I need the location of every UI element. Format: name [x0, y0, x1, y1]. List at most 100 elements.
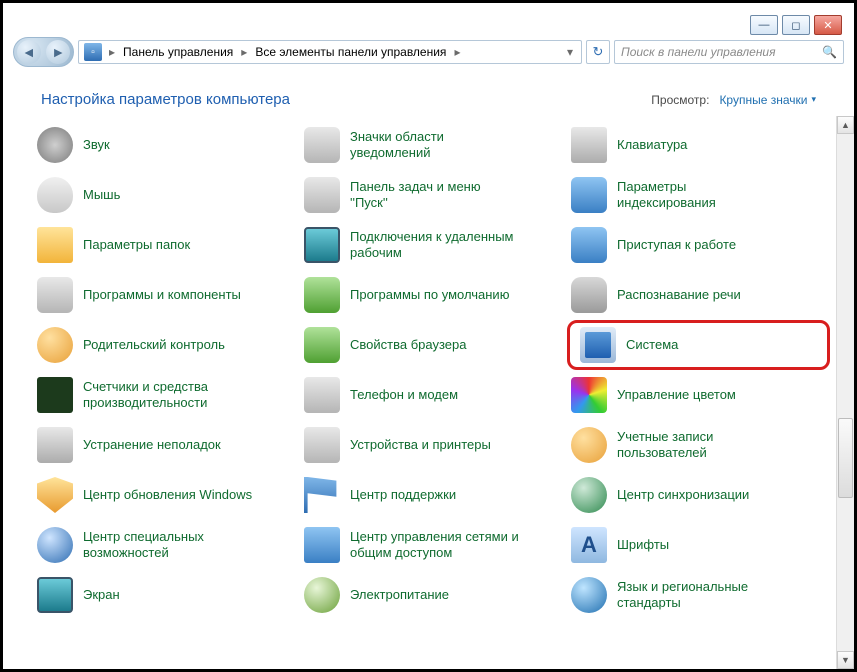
cp-item-color-management[interactable]: Управление цветом [567, 370, 830, 420]
search-icon: 🔍 [822, 45, 837, 59]
power-options-icon [304, 577, 340, 613]
item-label: Свойства браузера [350, 337, 466, 353]
breadcrumb-seg-1[interactable]: Панель управления [119, 45, 237, 59]
refresh-button[interactable]: ↻ [586, 40, 610, 64]
content-area: Звук Значки области уведомлений Клавиатура… [3, 116, 854, 669]
item-label: Центр поддержки [350, 487, 456, 503]
maximize-button[interactable]: ◻ [782, 15, 810, 35]
item-label: Центр специальных возможностей [83, 529, 253, 562]
ease-of-access-icon [37, 527, 73, 563]
item-label: Программы и компоненты [83, 287, 241, 303]
indexing-options-icon [571, 177, 607, 213]
cp-item-notification-area-icons[interactable]: Значки области уведомлений [300, 120, 563, 170]
troubleshooting-icon [37, 427, 73, 463]
cp-item-keyboard[interactable]: Клавиатура [567, 120, 830, 170]
item-label: Устранение неполадок [83, 437, 221, 453]
chevron-right-icon[interactable]: ▸ [450, 45, 464, 59]
keyboard-icon [571, 127, 607, 163]
notification-area-icons-icon [304, 127, 340, 163]
control-panel-window: — ◻ ✕ ◄ ► ▫ ▸ Панель управления ▸ Все эл… [0, 0, 857, 672]
view-label: Просмотр: [651, 93, 709, 107]
cp-item-devices-printers[interactable]: Устройства и принтеры [300, 420, 563, 470]
breadcrumb-seg-2[interactable]: Все элементы панели управления [251, 45, 450, 59]
cp-item-mouse[interactable]: Мышь [33, 170, 296, 220]
item-label: Значки области уведомлений [350, 129, 520, 162]
cp-item-folder-options[interactable]: Параметры папок [33, 220, 296, 270]
cp-item-speech-recognition[interactable]: Распознавание речи [567, 270, 830, 320]
cp-item-indexing-options[interactable]: Параметры индексирования [567, 170, 830, 220]
cp-item-taskbar-startmenu[interactable]: Панель задач и меню ''Пуск'' [300, 170, 563, 220]
item-label: Параметры индексирования [617, 179, 787, 212]
phone-modem-icon [304, 377, 340, 413]
view-dropdown[interactable]: Крупные значки [719, 93, 816, 107]
cp-item-sync-center[interactable]: Центр синхронизации [567, 470, 830, 520]
network-sharing-icon [304, 527, 340, 563]
cp-item-programs-features[interactable]: Программы и компоненты [33, 270, 296, 320]
cp-item-sound[interactable]: Звук [33, 120, 296, 170]
system-icon [580, 327, 616, 363]
search-placeholder: Поиск в панели управления [621, 45, 776, 59]
item-label: Устройства и принтеры [350, 437, 491, 453]
scroll-track[interactable] [837, 134, 854, 651]
cp-item-internet-options[interactable]: Свойства браузера [300, 320, 563, 370]
nav-back-forward: ◄ ► [13, 37, 74, 67]
devices-printers-icon [304, 427, 340, 463]
color-management-icon [571, 377, 607, 413]
scroll-up-button[interactable]: ▲ [837, 116, 854, 134]
chevron-right-icon[interactable]: ▸ [105, 45, 119, 59]
item-label: Экран [83, 587, 120, 603]
taskbar-startmenu-icon [304, 177, 340, 213]
region-language-icon [571, 577, 607, 613]
breadcrumb-dropdown-icon[interactable]: ▾ [561, 45, 579, 59]
speech-recognition-icon [571, 277, 607, 313]
cp-item-system[interactable]: Система [567, 320, 830, 370]
cp-item-ease-of-access[interactable]: Центр специальных возможностей [33, 520, 296, 570]
address-breadcrumb[interactable]: ▫ ▸ Панель управления ▸ Все элементы пан… [78, 40, 582, 64]
window-controls: — ◻ ✕ [750, 15, 842, 35]
close-button[interactable]: ✕ [814, 15, 842, 35]
page-title: Настройка параметров компьютера [41, 91, 290, 108]
cp-item-user-accounts[interactable]: Учетные записи пользователей [567, 420, 830, 470]
control-panel-icon: ▫ [84, 43, 102, 61]
cp-item-display[interactable]: Экран [33, 570, 296, 620]
navigation-bar: ◄ ► ▫ ▸ Панель управления ▸ Все элементы… [13, 35, 844, 69]
sound-icon [37, 127, 73, 163]
cp-item-remote-desktop[interactable]: Подключения к удаленным рабочим [300, 220, 563, 270]
scroll-thumb[interactable] [838, 418, 853, 498]
cp-item-phone-modem[interactable]: Телефон и модем [300, 370, 563, 420]
cp-item-troubleshooting[interactable]: Устранение неполадок [33, 420, 296, 470]
getting-started-icon [571, 227, 607, 263]
cp-item-parental-controls[interactable]: Родительский контроль [33, 320, 296, 370]
chevron-right-icon[interactable]: ▸ [237, 45, 251, 59]
item-label: Приступая к работе [617, 237, 736, 253]
cp-item-windows-update[interactable]: Центр обновления Windows [33, 470, 296, 520]
action-center-icon [304, 477, 340, 513]
content-header: Настройка параметров компьютера Просмотр… [3, 69, 854, 116]
search-input[interactable]: Поиск в панели управления 🔍 [614, 40, 844, 64]
sync-center-icon [571, 477, 607, 513]
item-label: Распознавание речи [617, 287, 741, 303]
scroll-down-button[interactable]: ▼ [837, 651, 854, 669]
back-button[interactable]: ◄ [17, 40, 41, 64]
cp-item-performance[interactable]: Счетчики и средства производительности [33, 370, 296, 420]
item-label: Электропитание [350, 587, 449, 603]
minimize-button[interactable]: — [750, 15, 778, 35]
vertical-scrollbar[interactable]: ▲ ▼ [836, 116, 854, 669]
cp-item-power-options[interactable]: Электропитание [300, 570, 563, 620]
item-label: Система [626, 337, 678, 353]
windows-update-icon [37, 477, 73, 513]
cp-item-fonts[interactable]: AШрифты [567, 520, 830, 570]
cp-item-default-programs[interactable]: Программы по умолчанию [300, 270, 563, 320]
mouse-icon [37, 177, 73, 213]
view-selector: Просмотр: Крупные значки [651, 93, 816, 107]
item-label: Клавиатура [617, 137, 687, 153]
cp-item-network-sharing[interactable]: Центр управления сетями и общим доступом [300, 520, 563, 570]
item-label: Центр обновления Windows [83, 487, 252, 503]
cp-item-action-center[interactable]: Центр поддержки [300, 470, 563, 520]
forward-button[interactable]: ► [46, 40, 70, 64]
item-label: Управление цветом [617, 387, 736, 403]
cp-item-region-language[interactable]: Язык и региональные стандарты [567, 570, 830, 620]
item-label: Подключения к удаленным рабочим [350, 229, 520, 262]
cp-item-getting-started[interactable]: Приступая к работе [567, 220, 830, 270]
item-label: Мышь [83, 187, 120, 203]
